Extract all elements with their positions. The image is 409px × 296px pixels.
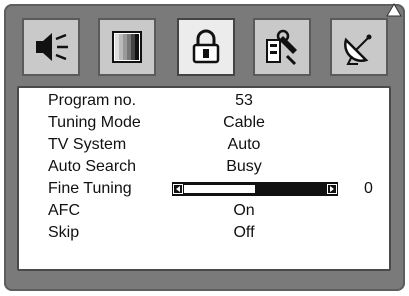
program-no-label: Program no. bbox=[48, 92, 137, 109]
tab-sound[interactable] bbox=[22, 18, 80, 76]
program-no-value: 53 bbox=[235, 92, 253, 109]
tuning-mode-label: Tuning Mode bbox=[48, 114, 141, 131]
tools-icon bbox=[266, 29, 297, 66]
tv-system-label: TV System bbox=[48, 136, 127, 153]
menu-row-tuning-mode[interactable]: Tuning Mode Cable bbox=[19, 112, 389, 134]
tab-lock[interactable] bbox=[177, 18, 235, 76]
tuning-mode-value: Cable bbox=[223, 114, 265, 131]
menu-row-tv-system[interactable]: TV System Auto bbox=[19, 134, 389, 156]
slider-left-arrow-icon[interactable] bbox=[173, 184, 183, 194]
tab-tools[interactable] bbox=[253, 18, 311, 76]
afc-label: AFC bbox=[48, 202, 80, 219]
tab-picture[interactable] bbox=[98, 18, 156, 76]
tv-system-value: Auto bbox=[227, 136, 261, 153]
menu-row-program-no[interactable]: Program no. 53 bbox=[19, 90, 389, 112]
fine-tuning-label: Fine Tuning bbox=[48, 180, 132, 197]
fine-tuning-value: 0 bbox=[364, 180, 373, 197]
menu-row-fine-tuning[interactable]: Fine Tuning 0 bbox=[19, 178, 389, 200]
auto-search-value: Busy bbox=[226, 158, 262, 175]
tab-channel[interactable] bbox=[330, 18, 388, 76]
speaker-icon bbox=[36, 33, 68, 61]
skip-value: Off bbox=[233, 224, 255, 241]
skip-label: Skip bbox=[48, 224, 80, 241]
corner-arrow-icon bbox=[386, 3, 402, 17]
afc-value: On bbox=[233, 202, 255, 219]
lock-icon bbox=[192, 29, 220, 64]
auto-search-label: Auto Search bbox=[48, 158, 137, 175]
menu-tab-bar bbox=[14, 18, 398, 80]
picture-icon bbox=[112, 31, 142, 63]
settings-panel: Program no. 53 Tuning Mode Cable TV Syst… bbox=[17, 86, 391, 271]
slider-right-arrow-icon[interactable] bbox=[327, 184, 337, 194]
menu-row-skip[interactable]: Skip Off bbox=[19, 222, 389, 244]
fine-tuning-slider[interactable] bbox=[172, 182, 338, 196]
satellite-dish-icon bbox=[344, 34, 372, 65]
menu-row-afc[interactable]: AFC On bbox=[19, 200, 389, 222]
menu-row-auto-search[interactable]: Auto Search Busy bbox=[19, 156, 389, 178]
slider-fill bbox=[184, 185, 255, 193]
